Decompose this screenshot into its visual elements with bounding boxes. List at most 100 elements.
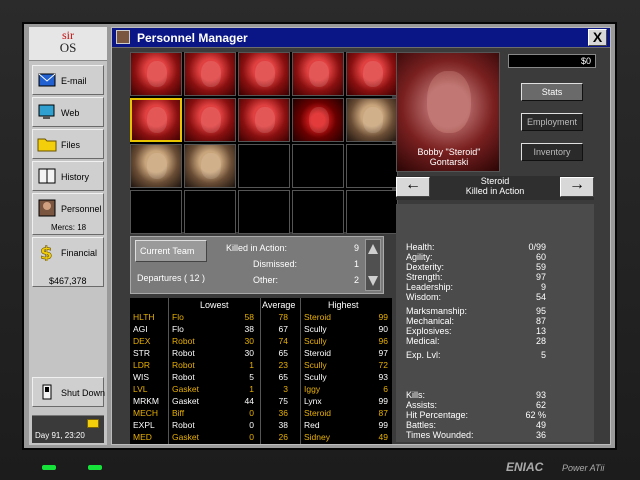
stat-cell-avg: 23: [278, 360, 288, 370]
stat-cell-high: 72: [378, 360, 388, 370]
financial-button[interactable]: $ Financial $467,378: [32, 237, 104, 287]
sir-os-logo: sir OS: [29, 27, 107, 61]
personnel-manager-window: Personnel Manager X Current Team Departu…: [111, 27, 611, 445]
table-row: STR Robot 30 65 Steroid 97: [130, 348, 392, 359]
personnel-icon: [116, 30, 130, 44]
stat-cell-avg: 38: [278, 420, 288, 430]
stat-cell-low-name: Biff: [172, 408, 185, 418]
financial-label: Financial: [61, 248, 98, 258]
stat-cell-stat: MECH: [133, 408, 159, 418]
attribute-label: Medical:: [406, 336, 440, 346]
stat-cell-high-name: Scully: [304, 372, 327, 382]
attribute-label: Explosives:: [406, 326, 452, 336]
empty-portrait-slot: [292, 190, 344, 234]
merc-name-line2: Gontarski: [429, 157, 469, 167]
email-button[interactable]: E-mail: [32, 65, 104, 95]
merc-portrait-slot[interactable]: [184, 98, 236, 142]
merc-portrait-slot[interactable]: [346, 98, 398, 142]
merc-portrait: Bobby "Steroid" Gontarski: [396, 52, 500, 172]
stat-cell-low-name: Gasket: [172, 384, 199, 394]
stat-cell-stat: WIS: [133, 372, 150, 382]
merc-portrait-slot[interactable]: [130, 144, 182, 188]
employment-button[interactable]: Employment: [521, 113, 583, 131]
previous-merc-button[interactable]: ←: [396, 177, 430, 197]
attribute-label: Times Wounded:: [406, 430, 474, 440]
current-team-button[interactable]: Current Team: [135, 240, 207, 262]
stat-cell-low: 38: [244, 324, 254, 334]
stat-cell-low: 30: [244, 348, 254, 358]
merc-portrait-slot[interactable]: [292, 98, 344, 142]
departures-button[interactable]: Departures ( 12 ): [137, 273, 205, 283]
brand-model: Power ATii: [562, 463, 605, 473]
scroll-up-icon[interactable]: [368, 244, 378, 254]
stat-cell-avg: 67: [278, 324, 288, 334]
attribute-value: 87: [535, 316, 546, 326]
stat-cell-avg: 36: [278, 408, 288, 418]
table-row: AGI Flo 38 67 Scully 90: [130, 324, 392, 335]
merc-name-line1: Bobby "Steroid": [417, 147, 481, 157]
attribute-value: 97: [535, 272, 546, 282]
stat-cell-low-name: Gasket: [172, 432, 199, 442]
stat-cell-high-name: Scully: [304, 324, 327, 334]
folder-icon[interactable]: [87, 419, 99, 428]
portrait-grid: [130, 52, 398, 234]
merc-portrait-slot[interactable]: [184, 144, 236, 188]
empty-portrait-slot: [292, 144, 344, 188]
stat-cell-stat: LDR: [133, 360, 151, 370]
average-header: Average: [262, 300, 296, 310]
attribute-value: 36: [535, 430, 546, 440]
inventory-button[interactable]: Inventory: [521, 143, 583, 161]
attribute-value: 62: [535, 400, 546, 410]
merc-portrait-slot[interactable]: [238, 98, 290, 142]
team-scrollbar[interactable]: [365, 239, 381, 291]
stat-cell-avg: 75: [278, 396, 288, 406]
attribute-value: 95: [535, 306, 546, 316]
stat-cell-avg: 3: [283, 384, 288, 394]
stats-table: Lowest Average Highest HLTH Flo 58 78 Steroi…: [130, 298, 392, 444]
stat-cell-low: 1: [249, 384, 254, 394]
book-icon: [37, 167, 57, 185]
other-label: Other:: [253, 275, 279, 285]
stat-cell-high-name: Sidney: [304, 432, 330, 442]
merc-portrait-slot[interactable]: [346, 52, 398, 96]
scroll-down-icon[interactable]: [368, 276, 378, 286]
stat-cell-stat: LVL: [133, 384, 148, 394]
left-arrow-icon: ←: [405, 176, 421, 193]
stats-button[interactable]: Stats: [521, 83, 583, 101]
history-button[interactable]: History: [32, 161, 104, 191]
brand-logo: ENIAC: [506, 460, 544, 474]
stat-cell-stat: AGI: [133, 324, 148, 334]
merc-portrait-slot[interactable]: [238, 52, 290, 96]
close-button[interactable]: X: [588, 29, 607, 46]
shutdown-button[interactable]: Shut Down: [32, 377, 105, 407]
stat-cell-high-name: Lynx: [304, 396, 322, 406]
stat-cell-low: 30: [244, 336, 254, 346]
merc-portrait-slot-selected[interactable]: [130, 98, 182, 142]
merc-portrait-slot[interactable]: [130, 52, 182, 96]
stat-cell-high: 6: [383, 384, 388, 394]
stat-cell-avg: 78: [278, 312, 288, 322]
stat-cell-low: 1: [249, 360, 254, 370]
stat-cell-high-name: Steroid: [304, 348, 331, 358]
stat-cell-low: 58: [244, 312, 254, 322]
table-row: HLTH Flo 58 78 Steroid 99: [130, 312, 392, 323]
clock-panel: Day 91, 23:20: [32, 415, 104, 443]
next-merc-button[interactable]: →: [560, 177, 594, 197]
attribute-label: Hit Percentage:: [406, 410, 469, 420]
title-bar[interactable]: Personnel Manager X: [112, 28, 610, 48]
other-value: 2: [353, 275, 359, 285]
personnel-button[interactable]: Personnel Mercs: 18: [32, 193, 104, 235]
table-row: LVL Gasket 1 3 Iggy 6: [130, 384, 392, 395]
lowest-header: Lowest: [200, 300, 229, 310]
email-label: E-mail: [61, 76, 87, 86]
attribute-label: Leadership:: [406, 282, 454, 292]
files-button[interactable]: Files: [32, 129, 104, 159]
stat-cell-high-name: Iggy: [304, 384, 321, 394]
merc-portrait-slot[interactable]: [184, 52, 236, 96]
stat-cell-high: 99: [378, 396, 388, 406]
web-button[interactable]: Web: [32, 97, 104, 127]
merc-portrait-slot[interactable]: [292, 52, 344, 96]
files-label: Files: [61, 140, 81, 150]
stat-cell-low-name: Gasket: [172, 396, 199, 406]
window-title: Personnel Manager: [137, 31, 248, 45]
